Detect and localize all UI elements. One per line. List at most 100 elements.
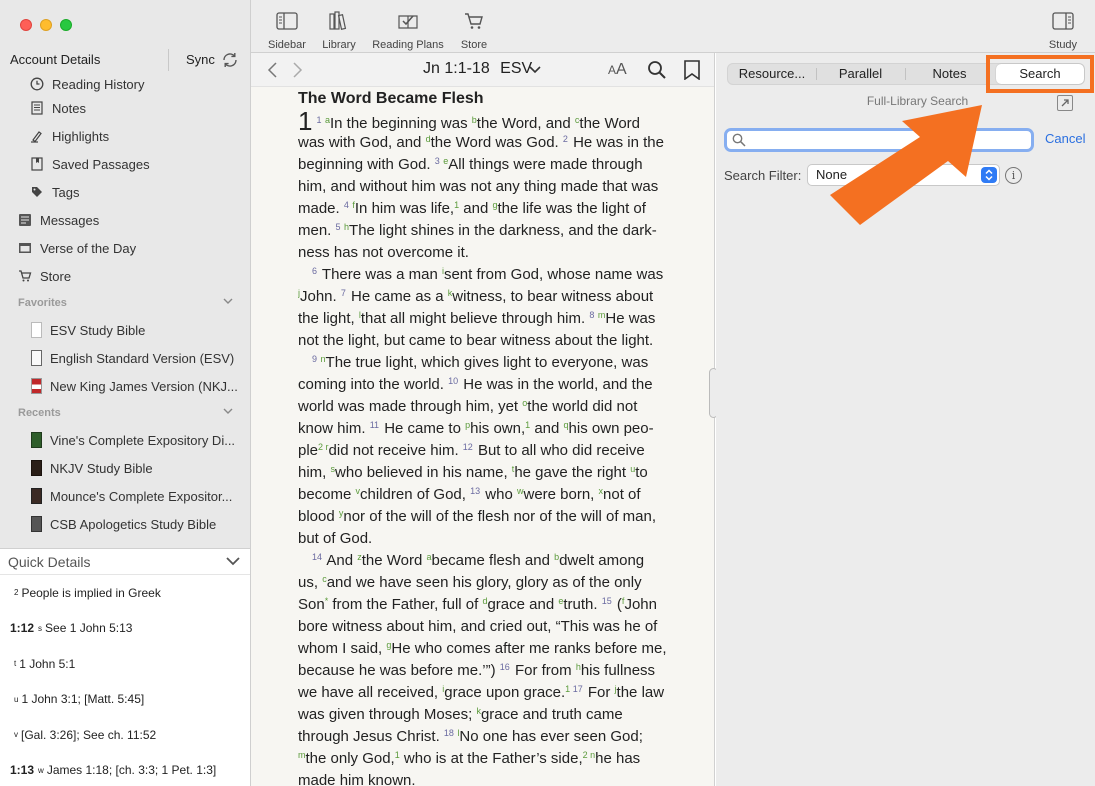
tab-notes[interactable]: Notes <box>906 64 993 84</box>
library-button[interactable]: Library <box>319 10 359 51</box>
verse-text: was with God, and <box>298 134 426 151</box>
verse-number: 5 <box>335 222 344 232</box>
verse-text: the Word, and <box>476 115 575 132</box>
verse-text: grace upon grace. <box>444 684 566 701</box>
verse-line: mthe only God,1 who is at the Father’s s… <box>298 748 670 770</box>
sidebar-nav: Reading History Notes Highlights Saved P… <box>0 74 250 538</box>
sidebar-item-store[interactable]: Store <box>0 262 250 290</box>
recents-header[interactable]: Recents <box>0 400 250 426</box>
search-filter-label: Search Filter: <box>724 168 802 183</box>
verse-text: became flesh and <box>431 552 555 569</box>
cross-reference-marker[interactable]: 2 n <box>583 750 596 760</box>
quick-detail-row[interactable]: 1:12 s See 1 John 5:13 <box>0 611 250 647</box>
store-button[interactable]: Store <box>456 10 492 51</box>
verse-text: from the Father, full of <box>328 596 483 613</box>
verse-text: John. <box>300 288 341 305</box>
verse-number: 9 <box>312 354 320 364</box>
chevron-down-icon[interactable] <box>225 555 241 567</box>
sync-label[interactable]: Sync <box>186 52 215 67</box>
verse-text: was given through Moses; <box>298 706 477 723</box>
sidebar-item-highlights[interactable]: Highlights <box>0 122 250 150</box>
back-arrow-icon[interactable] <box>267 61 279 79</box>
verse-text: who is at the Father’s side, <box>399 750 583 767</box>
font-size-button[interactable]: AA <box>608 61 627 79</box>
recent-item-mounces[interactable]: Mounce's Complete Expositor... <box>0 482 250 510</box>
popout-icon[interactable] <box>1057 95 1073 111</box>
verse-text: coming into the world. <box>298 376 449 393</box>
quick-detail-row[interactable]: v [Gal. 3:26]; See ch. 11:52 <box>0 717 250 753</box>
verse-text: through Jesus Christ. <box>298 728 444 745</box>
verse-number: 7 <box>340 288 346 298</box>
verse-text: dwelt among <box>559 552 645 569</box>
study-button[interactable]: Study <box>1045 10 1081 51</box>
tab-resources[interactable]: Resource... <box>728 64 816 84</box>
favorite-item-esv[interactable]: English Standard Version (ESV) <box>0 344 250 372</box>
quick-detail-row[interactable]: t1 John 5:1 <box>0 646 250 682</box>
favorite-item-esv-study-bible[interactable]: ESV Study Bible <box>0 316 250 344</box>
close-window-button[interactable] <box>20 19 32 31</box>
verse-line: but of God. <box>298 528 670 550</box>
minimize-window-button[interactable] <box>40 19 52 31</box>
verse-line: was given through Moses; kgrace and trut… <box>298 704 670 726</box>
sidebar-item-reading-history[interactable]: Reading History <box>0 74 250 94</box>
recent-item-vines[interactable]: Vine's Complete Expository Di... <box>0 426 250 454</box>
verse-text: He was <box>605 310 656 327</box>
verse-text: made him known. <box>298 772 416 786</box>
quick-detail-row[interactable]: 2 People is implied in Greek <box>0 575 250 611</box>
favorites-header[interactable]: Favorites <box>0 290 250 316</box>
sidebar-item-messages[interactable]: Messages <box>0 206 250 234</box>
verse-text: bore witness about him, and cried out, “… <box>298 618 658 635</box>
cancel-button[interactable]: Cancel <box>1045 131 1085 146</box>
sidebar-item-saved-passages[interactable]: Saved Passages <box>0 150 250 178</box>
favorite-item-nkjv[interactable]: New King James Version (NKJ... <box>0 372 250 400</box>
info-icon[interactable]: i <box>1005 167 1022 184</box>
recent-item-nkjv-study-bible[interactable]: NKJV Study Bible <box>0 454 250 482</box>
callout-arrow <box>830 105 982 225</box>
sidebar-item-verse-of-the-day[interactable]: Verse of the Day <box>0 234 250 262</box>
verse-number: 10 <box>448 376 459 386</box>
bookmark-icon[interactable] <box>683 60 701 80</box>
bookmark-page-icon <box>30 157 44 171</box>
sidebar-button[interactable]: Sidebar <box>266 10 308 51</box>
verse-text: children of God, <box>360 486 471 503</box>
verse-text: his own peo- <box>568 420 654 437</box>
verse-line: become vchildren of God, 13 who wwere bo… <box>298 484 670 506</box>
messages-icon <box>18 213 32 227</box>
verse-text: witness, to bear witness about <box>452 288 654 305</box>
verse-number: 8 <box>589 310 597 320</box>
calendar-icon <box>18 241 32 255</box>
clock-icon <box>30 77 44 91</box>
search-icon[interactable] <box>647 60 667 80</box>
verse-number: 2 <box>562 134 568 144</box>
account-details-link[interactable]: Account Details <box>10 52 100 67</box>
passage-selector[interactable]: Jn 1:1-18 ESV <box>423 60 541 78</box>
sidebar-item-tags[interactable]: Tags <box>0 178 250 206</box>
quick-detail-row[interactable]: 1:13 w James 1:18; [ch. 3:3; 1 Pet. 1:3] <box>0 753 250 786</box>
verse-line: 6 There was a man isent from God, whose … <box>298 264 670 286</box>
chevron-down-icon[interactable] <box>223 297 233 305</box>
quick-details-header[interactable]: Quick Details <box>0 549 250 575</box>
study-panel-icon <box>1052 12 1074 30</box>
chevron-down-icon[interactable] <box>223 407 233 415</box>
verse-text: the law <box>616 684 665 701</box>
verse-line: the light, lthat all might believe throu… <box>298 308 670 330</box>
verse-text: who believed in his name, <box>335 464 512 481</box>
forward-arrow-icon[interactable] <box>291 61 303 79</box>
sidebar-item-notes[interactable]: Notes <box>0 94 250 122</box>
verse-text: men. <box>298 222 336 239</box>
verse-number: 17 <box>570 684 583 694</box>
tab-parallel[interactable]: Parallel <box>817 64 904 84</box>
verse-number: 15 <box>601 596 612 606</box>
reading-plans-button[interactable]: Reading Plans <box>369 10 447 51</box>
verse-line: not the light, but came to bear witness … <box>298 330 670 352</box>
quick-detail-row[interactable]: u1 John 3:1; [Matt. 5:45] <box>0 682 250 718</box>
verse-text: beginning with God. <box>298 156 435 173</box>
cart-icon <box>18 269 32 283</box>
zoom-window-button[interactable] <box>60 19 72 31</box>
cross-reference-marker[interactable]: m <box>298 750 306 760</box>
sync-icon[interactable] <box>220 50 240 70</box>
verse-line: whom I said, gHe who comes after me rank… <box>298 638 670 660</box>
cross-reference-marker[interactable]: 2 r <box>318 442 329 452</box>
recent-item-csb-apologetics[interactable]: CSB Apologetics Study Bible <box>0 510 250 538</box>
verse-text: him, <box>298 464 331 481</box>
